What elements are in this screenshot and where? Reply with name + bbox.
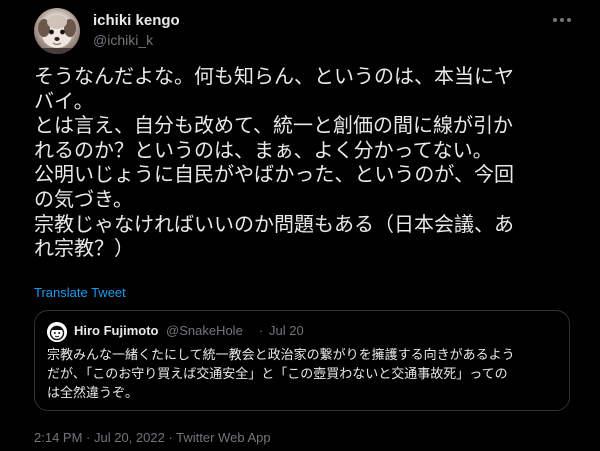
translate-tweet-link[interactable]: Translate Tweet [34, 285, 126, 300]
more-horizontal-icon[interactable] [550, 10, 574, 30]
tweet-text-line: 公明いじょうに自民がやばかった、というのが、今回 [34, 162, 514, 187]
quoted-tweet-text: 宗教みんな一緒くたにして統一教会と政治家の繋がりを擁護する向きがあるよう だが、… [47, 346, 562, 403]
tweet-text-line: そうなんだよな。何も知らん、というのは、本当にヤ [34, 64, 514, 88]
quoted-tweet-card[interactable]: Hiro Fujimoto @SnakeHole · Jul 20 宗教みんな一… [34, 310, 570, 411]
face-avatar-icon [47, 322, 67, 342]
tweet-text-line: 宗教じゃなければいいのか問題もある（日本会議、あ [34, 211, 514, 236]
tweet-text-line: の気づき。 [34, 186, 133, 211]
tweet-date[interactable]: Jul 20, 2022 [94, 430, 165, 445]
author-handle[interactable]: @ichiki_k [93, 32, 153, 48]
quoted-author-handle[interactable]: @SnakeHole [166, 323, 243, 338]
meta-separator: · [82, 430, 94, 445]
tweet-text: そうなんだよな。何も知らん、というのは、本当にヤ バイ。 とは言え、自分も改めて… [34, 64, 574, 261]
tweet-text-line: れ宗教？） [34, 236, 134, 261]
dog-avatar-icon [34, 15, 80, 54]
author-display-name[interactable]: ichiki kengo [93, 12, 180, 29]
quoted-author-name[interactable]: Hiro Fujimoto [74, 323, 159, 338]
tweet-text-line: とは言え、自分も改めて、統一と創価の間に線が引か [34, 113, 513, 138]
tweet-text-line: れるのか？というのは、まぁ、よく分かってない。 [34, 137, 493, 162]
quoted-date[interactable]: Jul 20 [269, 323, 304, 338]
tweet-source[interactable]: Twitter Web App [176, 430, 270, 445]
quoted-text-line: は全然違うぞ。 [47, 386, 139, 401]
author-avatar[interactable] [34, 8, 80, 54]
meta-separator: · [164, 430, 177, 445]
tweet: ichiki kengo @ichiki_k そうなんだよな。何も知らん、という… [0, 0, 600, 451]
quoted-author-avatar[interactable] [47, 322, 67, 342]
quoted-text-line: だが、「このお守り買えば交通安全」と「この壺買わないと交通事故死」っての [47, 367, 508, 382]
quoted-text-line: 宗教みんな一緒くたにして統一教会と政治家の繋がりを擁護する向きがあるよう [47, 348, 515, 363]
tweet-text-line: バイ。 [34, 88, 94, 113]
tweet-metadata: 2:14 PM · Jul 20, 2022 · Twitter Web App [34, 430, 271, 445]
tweet-time[interactable]: 2:14 PM [34, 430, 82, 445]
tweet-header: ichiki kengo @ichiki_k [34, 8, 574, 54]
quoted-separator: · [259, 323, 264, 338]
